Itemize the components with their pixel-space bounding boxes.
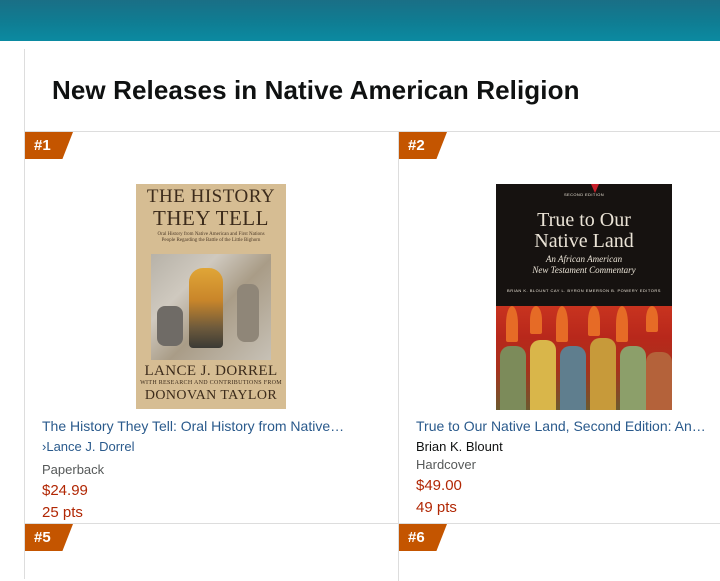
cover-editors: BRIAN K. BLOUNT CAY L. BYRON EMERSON B. … bbox=[507, 288, 661, 293]
format-label: Hardcover bbox=[416, 457, 476, 472]
cover-title-line2: THEY TELL bbox=[153, 206, 269, 230]
cover-subtitle: Oral History from Native American and Fi… bbox=[157, 232, 265, 243]
bestseller-grid: New Releases in Native American Religion… bbox=[24, 49, 720, 581]
cover-title-line1: True to Our bbox=[537, 209, 631, 231]
divider bbox=[25, 523, 720, 524]
product-title-link[interactable]: True to Our Native Land, Second Edition:… bbox=[416, 418, 706, 434]
cover-author: LANCE J. DORREL bbox=[144, 363, 278, 379]
author-name: Brian K. Blount bbox=[416, 439, 503, 454]
cover-artwork bbox=[496, 306, 672, 410]
rank-badge: #2 bbox=[399, 132, 447, 159]
cover-title-line2: Native Land bbox=[534, 230, 634, 252]
cover-title-line1: THE HISTORY bbox=[146, 186, 276, 207]
reward-points: 25 pts bbox=[42, 504, 83, 521]
cover-coauthor: DONOVAN TAYLOR bbox=[144, 388, 278, 403]
cover-artwork bbox=[151, 254, 271, 360]
rank-badge: #5 bbox=[25, 524, 73, 551]
rank-badge: #6 bbox=[399, 524, 447, 551]
price: $24.99 bbox=[42, 482, 88, 499]
rank-badge: #1 bbox=[25, 132, 73, 159]
cover-contrib: WITH RESEARCH AND CONTRIBUTIONS FROM bbox=[140, 380, 282, 386]
reward-points: 49 pts bbox=[416, 499, 457, 516]
book-cover-image[interactable]: THE HISTORY THEY TELL Oral History from … bbox=[136, 184, 286, 409]
cover-subtitle-line1: An African American bbox=[545, 254, 623, 264]
cover-edition: SECOND EDITION bbox=[563, 192, 605, 197]
price: $49.00 bbox=[416, 477, 462, 494]
author-name: Lance J. Dorrel bbox=[46, 439, 135, 454]
format-label: Paperback bbox=[42, 462, 105, 477]
page-title: New Releases in Native American Religion bbox=[52, 75, 580, 105]
cover-subtitle-line2: New Testament Commentary bbox=[532, 265, 636, 275]
column-divider bbox=[398, 131, 399, 581]
product-title-link[interactable]: The History They Tell: Oral History from… bbox=[42, 418, 344, 434]
book-cover-image[interactable]: SECOND EDITION True to Our Native Land A… bbox=[496, 184, 672, 410]
divider bbox=[25, 131, 720, 132]
author-link[interactable]: ›Lance J. Dorrel bbox=[42, 439, 135, 454]
top-navigation-bar bbox=[0, 0, 720, 41]
